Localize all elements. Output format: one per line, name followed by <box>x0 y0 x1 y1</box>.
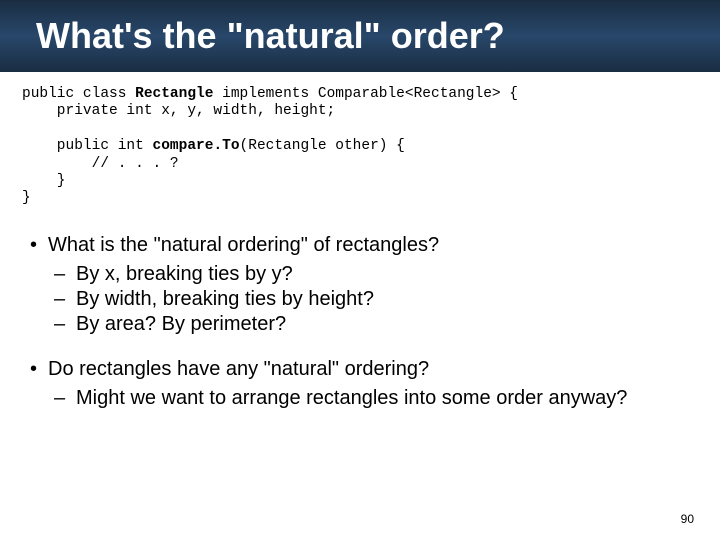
code-line-4a: public int <box>22 138 153 154</box>
dash-icon: – <box>54 387 76 410</box>
code-line-2: private int x, y, width, height; <box>22 103 335 119</box>
sub-item-1-1: – By width, breaking ties by height? <box>54 288 698 311</box>
code-line-1c: implements Comparable<Rectangle> { <box>213 86 518 102</box>
code-line-4b: compare.To <box>153 138 240 154</box>
code-line-4c: (Rectangle other) { <box>240 138 405 154</box>
sub-item-1-0: – By x, breaking ties by y? <box>54 263 698 286</box>
bullet-1: • What is the "natural ordering" of rect… <box>30 234 698 257</box>
code-line-5: // . . . ? <box>22 156 179 172</box>
code-line-7: } <box>22 190 31 206</box>
code-line-6: } <box>22 173 66 189</box>
sub-item-1-2-text: By area? By perimeter? <box>76 313 286 336</box>
code-block: public class Rectangle implements Compar… <box>22 86 698 208</box>
slide-content: public class Rectangle implements Compar… <box>0 72 720 410</box>
sub-item-2-0-text: Might we want to arrange rectangles into… <box>76 387 627 410</box>
bullet-list: • What is the "natural ordering" of rect… <box>22 234 698 257</box>
bullet-2-text: Do rectangles have any "natural" orderin… <box>48 358 429 381</box>
page-number: 90 <box>681 512 694 526</box>
bullet-2: • Do rectangles have any "natural" order… <box>30 358 698 381</box>
dash-icon: – <box>54 263 76 286</box>
bullet-list-2: • Do rectangles have any "natural" order… <box>22 358 698 381</box>
bullet-dot-icon: • <box>30 359 48 379</box>
dash-icon: – <box>54 288 76 311</box>
sub-item-2-0: – Might we want to arrange rectangles in… <box>54 387 698 410</box>
sub-list-1: – By x, breaking ties by y? – By width, … <box>22 263 698 336</box>
dash-icon: – <box>54 313 76 336</box>
code-line-1a: public class <box>22 86 135 102</box>
sub-item-1-1-text: By width, breaking ties by height? <box>76 288 374 311</box>
bullet-1-text: What is the "natural ordering" of rectan… <box>48 234 439 257</box>
slide-title: What's the "natural" order? <box>36 15 505 57</box>
code-line-1b: Rectangle <box>135 86 213 102</box>
sub-list-2: – Might we want to arrange rectangles in… <box>22 387 698 410</box>
title-bar: What's the "natural" order? <box>0 0 720 72</box>
sub-item-1-2: – By area? By perimeter? <box>54 313 698 336</box>
sub-item-1-0-text: By x, breaking ties by y? <box>76 263 293 286</box>
bullet-dot-icon: • <box>30 235 48 255</box>
